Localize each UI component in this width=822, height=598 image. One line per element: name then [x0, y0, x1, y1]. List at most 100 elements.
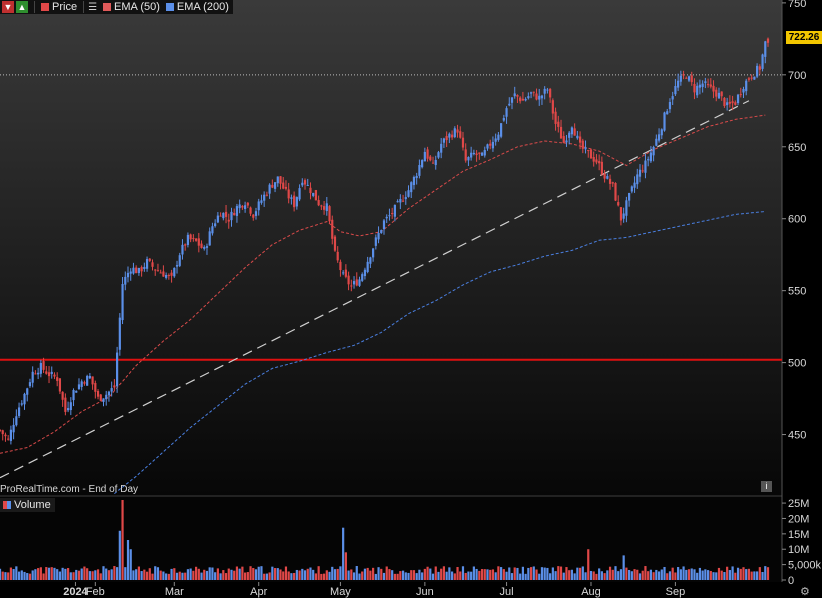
candle-body	[510, 97, 514, 103]
candle-body	[331, 219, 334, 239]
volume-bar	[214, 572, 217, 580]
volume-bar	[263, 573, 266, 580]
candle-body	[148, 258, 151, 261]
volume-tick-label: 20M	[788, 513, 809, 525]
candle-body	[342, 272, 345, 274]
volume-bar	[347, 570, 350, 580]
candle-body	[638, 169, 642, 177]
scroll-up-button[interactable]: ▲	[16, 1, 28, 13]
candle-body	[677, 80, 680, 88]
volume-bar	[660, 569, 663, 580]
volume-bar	[410, 570, 413, 580]
candle-body	[388, 215, 391, 217]
candle-body	[58, 378, 62, 392]
volume-bar	[687, 569, 691, 580]
candle-body	[726, 102, 729, 106]
volume-bar	[34, 569, 37, 580]
candle-body	[766, 38, 770, 43]
candle-body	[480, 152, 484, 156]
volume-bar	[276, 568, 279, 580]
candle-body	[470, 152, 473, 158]
volume-bar	[709, 570, 712, 580]
volume-bar	[538, 573, 541, 580]
volume-bar	[363, 568, 367, 580]
legend-volume-label[interactable]: Volume	[14, 499, 51, 511]
candle-body	[497, 134, 500, 140]
candle-body	[156, 270, 160, 272]
volume-bar	[254, 569, 258, 580]
candle-body	[617, 202, 620, 206]
volume-bar	[219, 573, 222, 580]
volume-bar	[606, 570, 609, 580]
candle-body	[369, 257, 372, 264]
candle-body	[453, 128, 456, 138]
volume-bar	[497, 566, 500, 580]
volume-bar	[464, 572, 467, 580]
legend-ema50-label[interactable]: EMA (50)	[114, 1, 160, 13]
scroll-down-button[interactable]: ▼	[2, 1, 14, 13]
volume-bar	[45, 567, 48, 580]
volume-bar	[135, 569, 138, 580]
candle-body	[151, 262, 154, 267]
candle-body	[194, 238, 198, 241]
volume-bar	[143, 569, 146, 580]
volume-bar	[121, 500, 124, 580]
candle-body	[129, 271, 132, 274]
candle-body	[630, 186, 633, 192]
volume-bar	[668, 571, 672, 580]
volume-bar	[145, 571, 149, 580]
volume-bar	[500, 567, 503, 580]
candle-body	[720, 91, 723, 97]
candle-body	[273, 182, 277, 189]
legend-ema200-label[interactable]: EMA (200)	[177, 1, 229, 13]
candle-body	[4, 434, 7, 437]
legend-price-label[interactable]: Price	[52, 1, 77, 13]
x-tick-label: Aug	[581, 586, 601, 598]
candle-body	[535, 93, 538, 100]
ema50-swatch-icon	[103, 3, 112, 11]
candle-body	[350, 285, 353, 287]
info-icon[interactable]: i	[761, 481, 772, 492]
candle-body	[584, 147, 587, 150]
volume-bar	[592, 571, 595, 580]
volume-bar	[77, 570, 81, 580]
candle-body	[393, 204, 396, 217]
volume-bar	[581, 566, 584, 580]
candle-body	[717, 92, 721, 99]
candle-body	[214, 223, 217, 227]
candle-body	[401, 200, 405, 202]
volume-bar	[475, 568, 478, 580]
volume-bar	[47, 567, 51, 580]
volume-bar	[638, 573, 642, 580]
candle-body	[116, 352, 119, 387]
volume-bar	[535, 569, 538, 580]
candle-body	[701, 83, 704, 87]
volume-bar	[88, 571, 91, 580]
volume-bar	[431, 573, 435, 580]
volume-bar	[562, 572, 565, 580]
x-tick-label: Sep	[666, 586, 686, 598]
menu-icon[interactable]: ☰	[88, 2, 97, 13]
volume-bar	[238, 568, 241, 580]
candle-body	[80, 381, 83, 387]
candle-body	[42, 361, 45, 370]
volume-bar	[614, 566, 617, 580]
candle-body	[723, 97, 726, 106]
volume-bar	[723, 572, 726, 580]
candle-body	[355, 279, 358, 286]
candle-body	[592, 156, 595, 162]
candle-body	[347, 275, 350, 285]
candle-body	[502, 118, 505, 121]
volume-bar	[426, 566, 429, 580]
volume-bar	[162, 571, 165, 580]
candle-body	[606, 176, 609, 179]
candle-body	[233, 212, 236, 216]
candle-body	[589, 149, 593, 159]
candle-body	[758, 66, 761, 70]
volume-bar	[235, 566, 239, 580]
candle-body	[83, 382, 86, 384]
candle-body	[205, 246, 209, 248]
gear-icon[interactable]: ⚙	[800, 585, 810, 598]
candle-body	[12, 424, 15, 433]
volume-bar	[483, 569, 486, 580]
